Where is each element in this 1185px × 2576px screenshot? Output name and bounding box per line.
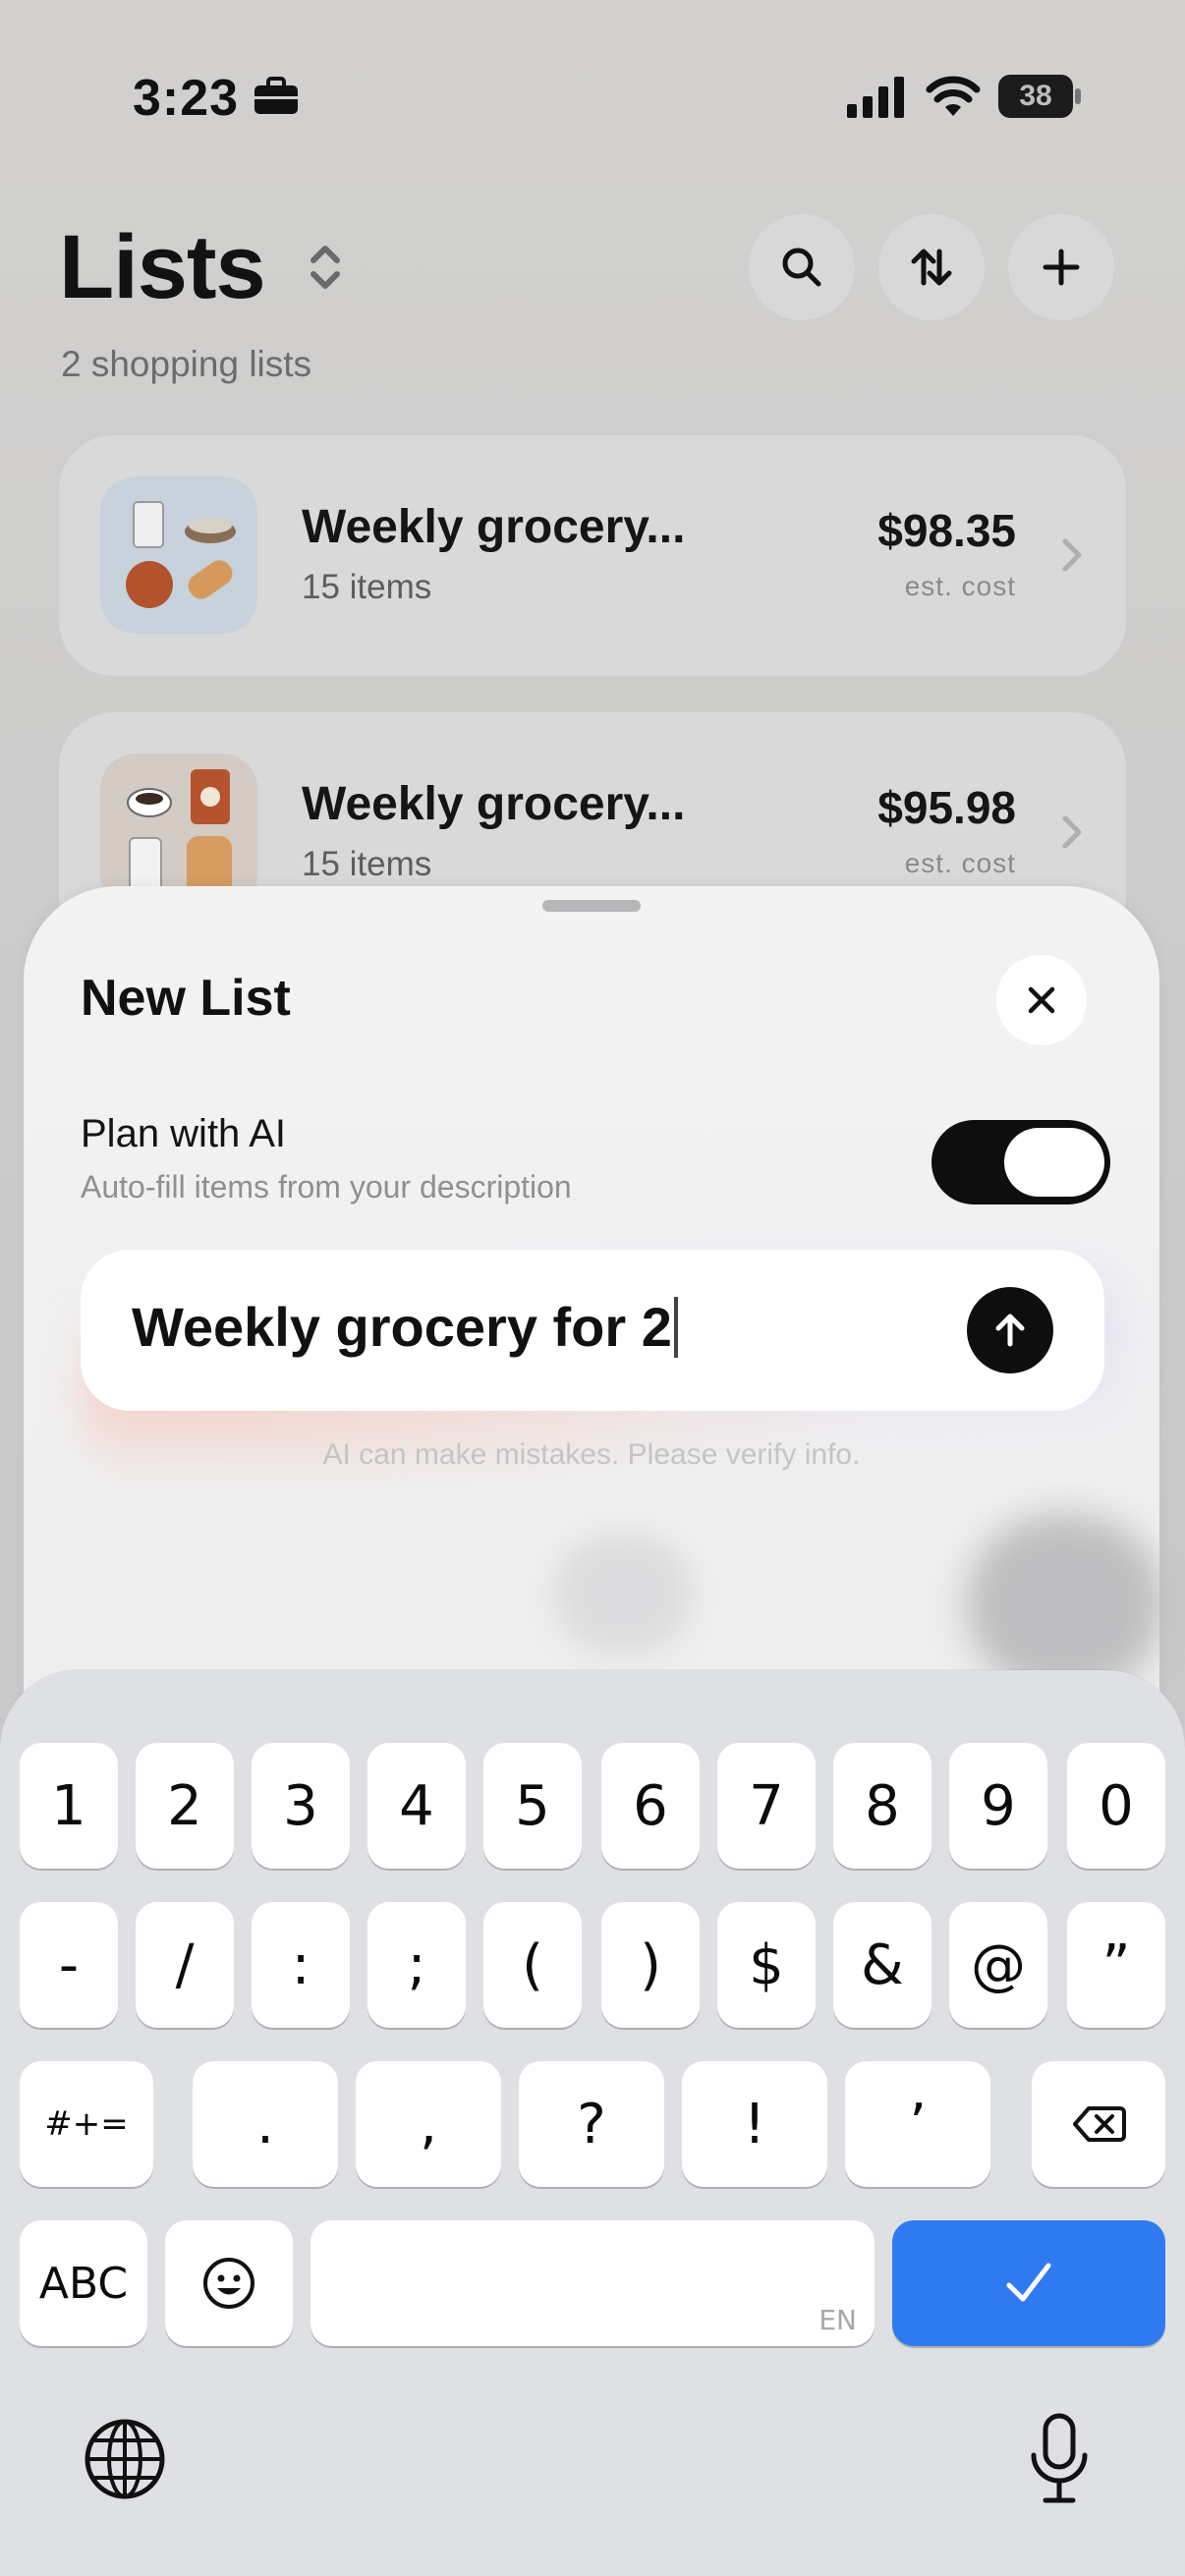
emoji-key[interactable]: [165, 2220, 293, 2346]
chevron-up-down-icon[interactable]: [300, 239, 351, 296]
list-cost: $95.98: [877, 782, 1016, 833]
status-bar: 3:23 38: [0, 0, 1185, 187]
checkmark-icon: [1006, 2263, 1051, 2302]
list-item-count: 15 items: [302, 568, 432, 606]
done-key[interactable]: [892, 2220, 1165, 2346]
search-icon: [782, 248, 821, 287]
emoji-icon: [203, 2258, 254, 2309]
globe-icon[interactable]: [83, 2417, 167, 2501]
key-9[interactable]: 9: [949, 1743, 1047, 1869]
list-title: Weekly grocery...: [302, 778, 686, 830]
delete-backward-icon: [1073, 2106, 1126, 2142]
toggle-knob: [1004, 1128, 1104, 1197]
key-apostrophe[interactable]: ’: [845, 2061, 990, 2187]
plan-with-ai-description: Auto-fill items from your description: [81, 1169, 572, 1204]
close-button[interactable]: [996, 955, 1087, 1045]
arrow-up-icon: [995, 1314, 1025, 1347]
key-at[interactable]: @: [949, 1902, 1047, 2028]
space-key[interactable]: EN: [310, 2220, 875, 2346]
key-dollar[interactable]: $: [717, 1902, 816, 2028]
sheet-title: New List: [81, 970, 291, 1027]
key-4[interactable]: 4: [367, 1743, 466, 1869]
key-1[interactable]: 1: [20, 1743, 118, 1869]
key-colon[interactable]: :: [252, 1902, 350, 2028]
key-0[interactable]: 0: [1067, 1743, 1165, 1869]
key-abc[interactable]: ABC: [20, 2220, 147, 2346]
key-ampersand[interactable]: &: [833, 1902, 931, 2028]
key-slash[interactable]: /: [136, 1902, 234, 2028]
page-title: Lists: [59, 217, 266, 317]
key-question[interactable]: ?: [519, 2061, 664, 2187]
key-7[interactable]: 7: [717, 1743, 816, 1869]
key-6[interactable]: 6: [601, 1743, 700, 1869]
key-comma[interactable]: ,: [356, 2061, 501, 2187]
blurred-background-element: [554, 1535, 692, 1652]
microphone-icon[interactable]: [1022, 2412, 1097, 2506]
key-period[interactable]: .: [193, 2061, 338, 2187]
list-item-count: 15 items: [302, 845, 432, 883]
battery-icon: 38: [998, 75, 1081, 118]
key-exclamation[interactable]: !: [682, 2061, 827, 2187]
key-open-paren[interactable]: (: [483, 1902, 582, 2028]
list-title: Weekly grocery...: [302, 501, 686, 553]
key-semicolon[interactable]: ;: [367, 1902, 466, 2028]
key-hyphen[interactable]: -: [20, 1902, 118, 2028]
prompt-field-text: Weekly grocery for 2: [132, 1295, 678, 1359]
ai-disclaimer: AI can make mistakes. Please verify info…: [322, 1438, 861, 1471]
status-time: 3:23: [133, 70, 240, 127]
chevron-right-icon: [1062, 815, 1082, 849]
delete-key[interactable]: [1032, 2061, 1165, 2187]
key-quote[interactable]: ”: [1067, 1902, 1165, 2028]
keyboard: 1 2 3 4 5 6 7 8 9 0 - / : ; ( ) $ & @ ” …: [0, 1670, 1185, 2576]
list-count: 2 shopping lists: [61, 344, 312, 384]
key-5[interactable]: 5: [483, 1743, 582, 1869]
list-cost: $98.35: [877, 505, 1016, 556]
sort-icon: [911, 249, 952, 286]
search-button[interactable]: [749, 214, 855, 320]
plus-icon: [1043, 249, 1080, 286]
key-3[interactable]: 3: [252, 1743, 350, 1869]
submit-button[interactable]: [967, 1287, 1053, 1373]
chevron-right-icon: [1062, 538, 1082, 572]
cost-label: est. cost: [904, 571, 1016, 601]
text-caret: [673, 1297, 678, 1358]
wifi-icon: [926, 76, 981, 116]
key-8[interactable]: 8: [833, 1743, 931, 1869]
key-more-symbols[interactable]: #+=: [20, 2061, 153, 2187]
prompt-value: Weekly grocery for 2: [132, 1296, 672, 1358]
sheet-grabber[interactable]: [542, 900, 641, 912]
key-2[interactable]: 2: [136, 1743, 234, 1869]
cellular-signal-icon: [847, 77, 904, 118]
list-thumbnail: [100, 476, 257, 634]
close-icon: [1028, 986, 1055, 1014]
cost-label: est. cost: [904, 848, 1016, 878]
key-close-paren[interactable]: ): [601, 1902, 700, 2028]
add-list-button[interactable]: [1008, 214, 1114, 320]
keyboard-language: EN: [818, 2304, 857, 2336]
briefcase-icon: [254, 77, 298, 114]
plan-with-ai-label: Plan with AI: [81, 1112, 287, 1155]
battery-level: 38: [1019, 80, 1052, 112]
list-item[interactable]: Weekly grocery... 15 items $98.35 est. c…: [59, 435, 1126, 676]
blurred-background-element: [967, 1515, 1163, 1692]
prompt-input[interactable]: Weekly grocery for 2: [81, 1250, 1104, 1411]
sort-button[interactable]: [878, 214, 985, 320]
plan-with-ai-toggle[interactable]: [931, 1120, 1110, 1204]
